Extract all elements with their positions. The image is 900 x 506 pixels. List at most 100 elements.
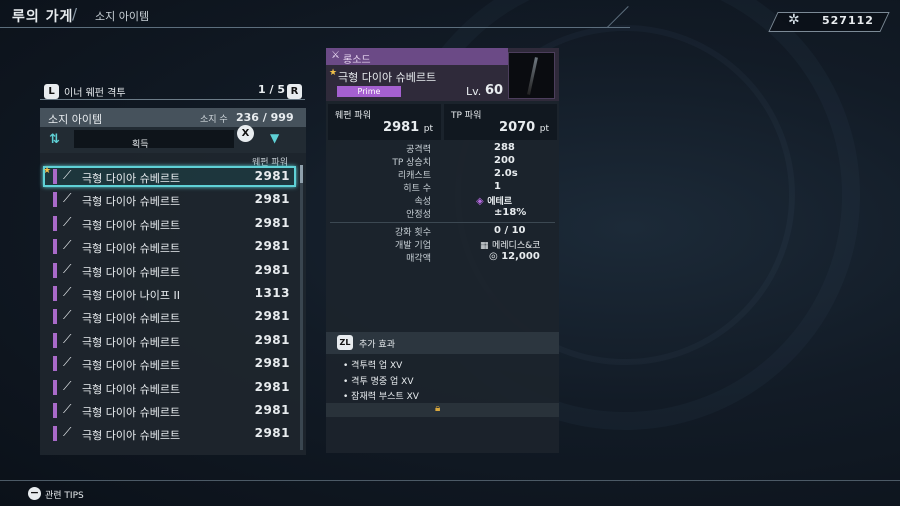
effects-title: 추가 효과 bbox=[359, 340, 395, 350]
rarity-badge: Prime bbox=[337, 86, 401, 97]
tips-button[interactable]: − bbox=[28, 487, 41, 500]
stat-label: 리캐스트 bbox=[397, 171, 431, 181]
rarity-bar bbox=[53, 215, 57, 231]
weapon-power: 2981 bbox=[254, 332, 290, 347]
inventory-row[interactable]: ⟋ 극형 다이아 슈베르트 2981 bbox=[43, 189, 296, 210]
weapon-power-label: 웨펀 파워 bbox=[335, 111, 371, 121]
detail-header: ⚔ 롱소드 ★ 극형 다이아 슈베르트 Prime Lv. 60 bbox=[326, 48, 559, 101]
weapon-power: 2981 bbox=[254, 426, 290, 441]
filter-icon[interactable]: ▼ bbox=[270, 131, 279, 145]
sword-icon: ⚔ bbox=[331, 50, 340, 61]
list-scroll-thumb[interactable] bbox=[300, 165, 303, 183]
stat-label: 강화 횟수 bbox=[395, 228, 431, 238]
rarity-bar bbox=[53, 262, 57, 278]
stat-row: 개발 기업 ▦ 메레디스&코 bbox=[326, 238, 559, 251]
blade-image bbox=[527, 57, 538, 95]
sword-icon: ⟋ bbox=[63, 425, 72, 440]
weapon-power-value: 2981 pt bbox=[383, 120, 433, 135]
sort-field[interactable]: 획득 bbox=[74, 130, 234, 150]
inventory-row[interactable]: ⟋ 극형 다이아 슈베르트 2981 bbox=[43, 306, 296, 327]
company-icon: ▦ bbox=[480, 241, 489, 251]
stat-label: 안정성 bbox=[406, 210, 431, 220]
stat-value: 1 bbox=[494, 181, 501, 192]
stat-row: 속성 ◈ 에테르 bbox=[326, 194, 559, 207]
category-next-button[interactable]: R bbox=[287, 84, 302, 99]
rarity-bar bbox=[53, 169, 57, 184]
weapon-power: 2981 bbox=[254, 192, 290, 207]
weapon-type: 롱소드 bbox=[343, 55, 371, 66]
inventory-header: 소지 아이템 소지 수 236 / 999 bbox=[40, 108, 306, 127]
stat-value: ±18% bbox=[494, 207, 527, 218]
breadcrumb-separator: / bbox=[72, 5, 78, 23]
stat-value: 288 bbox=[494, 142, 515, 153]
company-value: 메레디스&코 bbox=[492, 241, 541, 251]
item-name: 극형 다이아 슈베르트 bbox=[82, 429, 181, 443]
sword-icon: ⟋ bbox=[63, 378, 72, 393]
effect-item: • 잠재력 부스트 XV bbox=[343, 392, 419, 402]
tp-power-number: 2070 bbox=[499, 120, 536, 135]
inventory-row[interactable]: ⟋ 극형 다이아 슈베르트 2981 bbox=[43, 377, 296, 398]
tp-power-unit: pt bbox=[539, 124, 549, 134]
effect-item: • 격투 명중 업 XV bbox=[343, 377, 414, 387]
favorite-star-icon: ★ bbox=[329, 68, 338, 78]
weapon-power: 2981 bbox=[254, 309, 290, 324]
list-scrollbar[interactable] bbox=[300, 165, 303, 450]
sell-value: 12,000 bbox=[501, 251, 540, 262]
stat-label: 속성 bbox=[414, 197, 431, 207]
inventory-row[interactable]: ⟋ 극형 다이아 슈베르트 2981 bbox=[43, 236, 296, 257]
weapon-power: 2981 bbox=[254, 379, 290, 394]
effect-text: 격투 명중 업 XV bbox=[351, 377, 414, 387]
item-name: 극형 다이아 슈베르트 bbox=[82, 382, 181, 396]
stat-row: 안정성 ±18% bbox=[326, 207, 559, 220]
ether-icon: ◈ bbox=[476, 196, 484, 207]
weapon-power-box: 웨펀 파워 2981 pt bbox=[328, 104, 441, 140]
item-detail-panel: ⚔ 롱소드 ★ 극형 다이아 슈베르트 Prime Lv. 60 웨펀 파워 2… bbox=[326, 48, 559, 453]
favorite-star-icon: ★ bbox=[43, 166, 52, 176]
inventory-row[interactable]: ⟋ 극형 다이아 슈베르트 2981 bbox=[43, 400, 296, 421]
effect-item: • 격투력 업 XV bbox=[343, 361, 403, 371]
locked-slot bbox=[326, 403, 559, 417]
inventory-row[interactable]: ⟋ 극형 다이아 슈베르트 2981 bbox=[43, 330, 296, 351]
weapon-power: 2981 bbox=[254, 215, 290, 230]
stat-value: 200 bbox=[494, 155, 515, 166]
element-value: 에테르 bbox=[487, 197, 513, 207]
tp-power-value: 2070 pt bbox=[499, 120, 549, 135]
sword-icon: ⟋ bbox=[63, 168, 72, 182]
inventory-row[interactable]: ⟋ 극형 다이아 슈베르트 2981 bbox=[43, 213, 296, 234]
inventory-row[interactable]: ⟋ 극형 다이아 나이프 II 1313 bbox=[43, 283, 296, 304]
stat-label: 개발 기업 bbox=[395, 241, 431, 251]
inventory-row[interactable]: ⟋ 극형 다이아 슈베르트 2981 bbox=[43, 423, 296, 444]
stats-divider bbox=[330, 222, 555, 223]
category-page: 1 / 5 bbox=[258, 83, 285, 96]
weapon-power: 2981 bbox=[254, 169, 290, 183]
effects-toggle-button[interactable]: ZL bbox=[337, 335, 353, 350]
item-name: 극형 다이아 슈베르트 bbox=[82, 218, 181, 232]
sort-icon[interactable]: ⇅ bbox=[49, 132, 60, 147]
stat-value: 0 / 10 bbox=[494, 225, 526, 236]
gear-icon: ✲ bbox=[788, 12, 800, 28]
item-name: 극형 다이아 슈베르트 bbox=[82, 335, 181, 349]
category-prev-button[interactable]: L bbox=[44, 84, 59, 99]
weapon-power: 2981 bbox=[254, 262, 290, 277]
level-label: Lv. bbox=[466, 85, 482, 98]
inventory-row[interactable]: ⟋ 극형 다이아 슈베르트 2981 bbox=[43, 166, 296, 187]
footer-divider bbox=[0, 480, 900, 481]
stat-label: TP 상승치 bbox=[392, 158, 431, 168]
stat-value: ◎ 12,000 bbox=[489, 251, 540, 262]
tp-power-box: TP 파워 2070 pt bbox=[444, 104, 557, 140]
weapon-power: 2981 bbox=[254, 403, 290, 417]
rarity-bar bbox=[53, 309, 57, 325]
stat-label: 히트 수 bbox=[403, 184, 431, 194]
currency-value: 527112 bbox=[822, 14, 874, 27]
stat-label: 매각액 bbox=[406, 254, 431, 264]
sword-icon: ⟋ bbox=[63, 214, 72, 229]
inventory-row[interactable]: ⟋ 극형 다이아 슈베르트 2981 bbox=[43, 353, 296, 374]
inventory-title: 소지 아이템 bbox=[48, 113, 103, 126]
rarity-bar bbox=[53, 192, 57, 208]
stat-row: 공격력 288 bbox=[326, 142, 559, 155]
header-divider-slash bbox=[606, 6, 629, 28]
clear-sort-button[interactable]: X bbox=[237, 125, 254, 142]
effect-text: 격투력 업 XV bbox=[351, 361, 403, 371]
stat-row: 리캐스트 2.0s bbox=[326, 168, 559, 181]
inventory-row[interactable]: ⟋ 극형 다이아 슈베르트 2981 bbox=[43, 260, 296, 281]
